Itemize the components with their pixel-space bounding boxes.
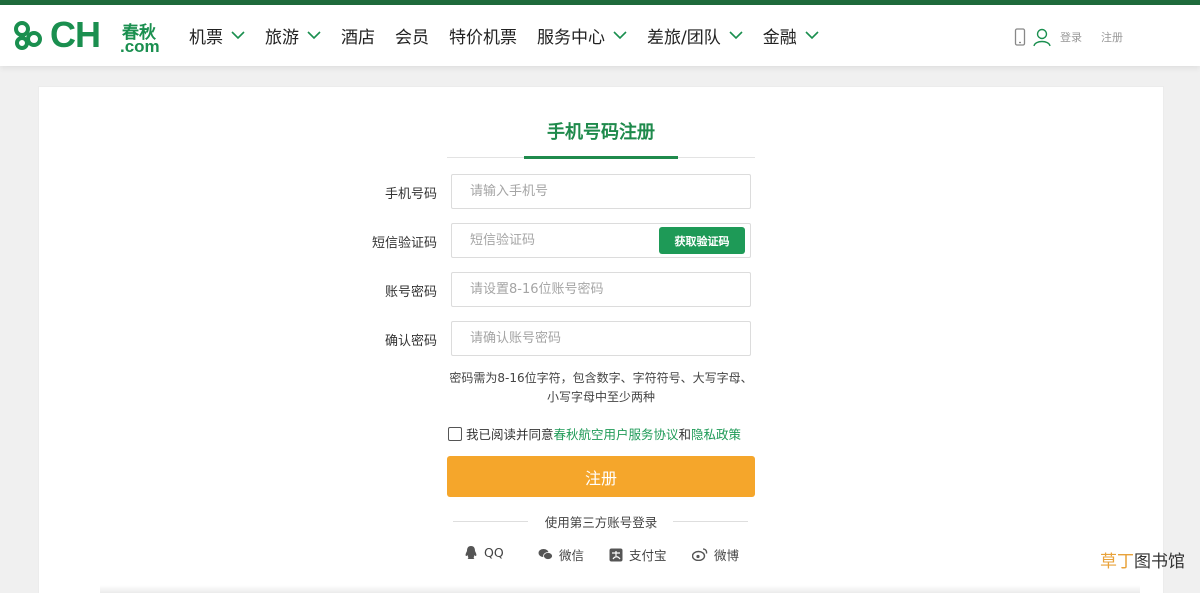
tab-phone-register[interactable]: 手机号码注册 <box>447 118 755 144</box>
password-hint: 密码需为8-16位字符，包含数字、字符符号、大写字母、小写字母中至少两种 <box>449 371 753 404</box>
agree-and: 和 <box>678 427 692 442</box>
nav-item-label: 旅游 <box>265 28 299 48</box>
nav-item-member[interactable]: 会员 <box>395 5 429 66</box>
site-logo[interactable]: CH 春秋 .com <box>12 14 160 57</box>
confirm-password-input[interactable] <box>451 321 751 356</box>
confirm-password-label: 确认密码 <box>384 334 437 349</box>
chevron-down-icon <box>307 31 321 40</box>
sms-code-label: 短信验证码 <box>371 236 437 251</box>
logo-domain-text: .com <box>120 37 160 56</box>
wechat-label: 微信 <box>559 548 585 563</box>
nav-item-business-group[interactable]: 差旅/团队 <box>647 5 743 66</box>
watermark-part2: 图书馆 <box>1134 552 1185 572</box>
header-account: 登录 注册 <box>1014 27 1123 47</box>
logo-mark-icon <box>14 21 42 50</box>
agreement-row: 我已阅读并同意 春秋航空用户服务协议 和 隐私政策 <box>448 424 741 443</box>
nav-item-label: 酒店 <box>341 28 375 48</box>
password-input[interactable] <box>451 272 751 307</box>
third-party-divider-right <box>673 521 748 522</box>
nav-item-label: 特价机票 <box>449 28 517 48</box>
bottom-shadow <box>100 585 1140 593</box>
nav-item-special-fares[interactable]: 特价机票 <box>449 5 517 66</box>
wechat-login[interactable]: 微信 <box>538 545 584 564</box>
chevron-down-icon <box>805 31 819 40</box>
watermark: 草丁图书馆 <box>1100 547 1185 572</box>
nav-item-label: 金融 <box>762 28 797 48</box>
main-nav: 机票 旅游 酒店 会员 特价机票 服务中心 差旅/团队 金融 <box>189 5 839 66</box>
phone-input[interactable] <box>451 174 751 209</box>
alipay-icon <box>609 548 623 561</box>
nav-item-label: 服务中心 <box>537 28 605 48</box>
mobile-icon[interactable] <box>1014 28 1026 46</box>
logo-text: CH <box>50 14 101 55</box>
register-link[interactable]: 注册 <box>1101 29 1123 45</box>
service-agreement-link[interactable]: 春秋航空用户服务协议 <box>554 424 679 443</box>
chevron-down-icon <box>231 31 245 40</box>
nav-item-label: 差旅/团队 <box>647 28 721 48</box>
phone-label: 手机号码 <box>384 187 437 202</box>
nav-item-service-center[interactable]: 服务中心 <box>537 5 627 66</box>
weibo-label: 微博 <box>714 548 740 563</box>
nav-item-label: 会员 <box>395 28 429 48</box>
wechat-icon <box>538 549 553 560</box>
nav-item-hotel[interactable]: 酒店 <box>341 5 375 66</box>
weibo-login[interactable]: 微博 <box>692 545 739 564</box>
register-submit-button[interactable]: 注册 <box>447 456 755 497</box>
agree-prefix: 我已阅读并同意 <box>466 427 554 442</box>
qq-icon <box>465 546 477 559</box>
weibo-icon <box>692 548 708 561</box>
chevron-down-icon <box>613 31 627 40</box>
password-label: 账号密码 <box>384 285 437 300</box>
chevron-down-icon <box>729 31 743 40</box>
site-header: CH 春秋 .com 机票 旅游 酒店 会员 特价机票 服务中心 差旅/团队 金… <box>0 5 1200 66</box>
qq-login[interactable]: QQ <box>464 545 504 560</box>
nav-item-travel[interactable]: 旅游 <box>265 5 321 66</box>
qq-label: QQ <box>484 545 504 560</box>
get-sms-code-button[interactable]: 获取验证码 <box>659 227 745 254</box>
watermark-part1: 草丁 <box>1100 552 1134 572</box>
user-icon[interactable] <box>1032 27 1052 47</box>
nav-item-flights[interactable]: 机票 <box>189 5 245 66</box>
privacy-policy-link[interactable]: 隐私政策 <box>691 424 741 443</box>
nav-item-finance[interactable]: 金融 <box>763 5 819 66</box>
alipay-label: 支付宝 <box>629 548 667 563</box>
agree-checkbox[interactable] <box>448 426 462 441</box>
nav-item-label: 机票 <box>189 28 223 48</box>
alipay-login[interactable]: 支付宝 <box>609 545 667 564</box>
tab-active-indicator <box>524 156 678 159</box>
login-link[interactable]: 登录 <box>1060 29 1082 45</box>
